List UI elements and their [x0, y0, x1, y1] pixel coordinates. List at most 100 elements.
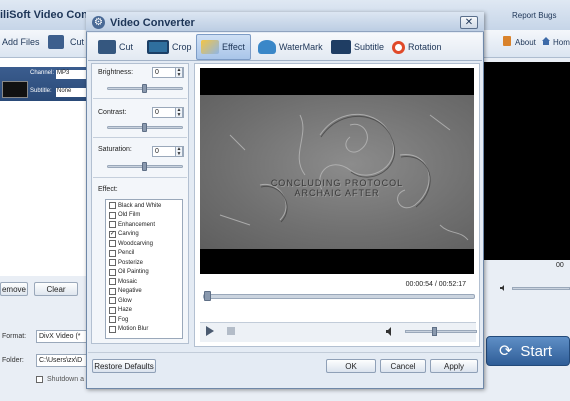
- effect-item[interactable]: Black and White: [109, 201, 182, 211]
- brightness-spinner[interactable]: ▲ ▼: [175, 67, 183, 78]
- divider: [93, 137, 187, 138]
- saturation-slider-thumb[interactable]: [142, 162, 147, 171]
- divider: [93, 98, 187, 99]
- effect-item[interactable]: Oil Painting: [109, 268, 182, 278]
- effect-checkbox[interactable]: [109, 268, 116, 276]
- home-button[interactable]: Home: [553, 38, 570, 47]
- tab-cut[interactable]: Cut: [94, 34, 137, 60]
- effect-checkbox[interactable]: [109, 202, 116, 210]
- volume-slider[interactable]: [405, 330, 477, 333]
- saturation-label: Saturation:: [98, 146, 132, 153]
- toolbar-cut-button[interactable]: Cut: [70, 37, 84, 47]
- cancel-button[interactable]: Cancel: [380, 359, 426, 373]
- effect-item[interactable]: Old Film: [109, 211, 182, 221]
- brightness-slider-thumb[interactable]: [142, 84, 147, 93]
- subtitle-select[interactable]: None: [56, 88, 88, 97]
- effect-item[interactable]: Haze: [109, 306, 182, 316]
- tab-crop[interactable]: Crop: [143, 34, 196, 60]
- cut-icon: [98, 40, 116, 54]
- effect-label: Old Film: [118, 212, 141, 219]
- rotation-icon: [392, 40, 405, 54]
- contrast-spinner[interactable]: ▲ ▼: [175, 107, 183, 118]
- shutdown-checkbox[interactable]: [36, 376, 43, 383]
- stop-icon[interactable]: [227, 327, 235, 335]
- apply-button[interactable]: Apply: [430, 359, 478, 373]
- effect-item[interactable]: Fog: [109, 315, 182, 325]
- crop-icon: [147, 40, 169, 54]
- effect-item[interactable]: Posterize: [109, 258, 182, 268]
- video-frame-image: [200, 95, 474, 249]
- shutdown-label: Shutdown a: [47, 376, 84, 383]
- start-button[interactable]: ⟳ Start: [486, 336, 570, 366]
- divider: [93, 177, 187, 178]
- home-icon: [541, 36, 551, 46]
- output-time: 00: [556, 262, 564, 269]
- play-icon[interactable]: [205, 326, 215, 336]
- output-volume-slider[interactable]: [512, 287, 570, 290]
- ok-button[interactable]: OK: [326, 359, 376, 373]
- about-button[interactable]: About: [515, 38, 536, 47]
- effect-label: Effect:: [98, 186, 118, 193]
- tab-cut-label: Cut: [119, 42, 134, 52]
- contrast-slider-thumb[interactable]: [142, 123, 147, 132]
- effect-checkbox[interactable]: [109, 325, 116, 333]
- effect-checkbox[interactable]: [109, 221, 116, 229]
- tab-rotation[interactable]: Rotation: [388, 34, 446, 60]
- tab-rotation-label: Rotation: [408, 42, 442, 52]
- effect-item[interactable]: Glow: [109, 296, 182, 306]
- file-thumbnail: [2, 81, 28, 98]
- effect-item[interactable]: Enhancement: [109, 220, 182, 230]
- effect-checkbox[interactable]: [109, 249, 116, 257]
- seek-thumb[interactable]: [204, 291, 211, 301]
- effect-item[interactable]: Pencil: [109, 249, 182, 259]
- format-select[interactable]: DivX Video (*: [36, 330, 88, 343]
- dialog-title: Video Converter: [110, 17, 195, 29]
- effect-checkbox[interactable]: [109, 306, 116, 314]
- effect-label: Black and White: [118, 202, 162, 209]
- effect-label: Woodcarving: [118, 240, 153, 247]
- effect-checkbox[interactable]: [109, 259, 116, 267]
- folder-label: Folder:: [2, 357, 24, 364]
- effect-item[interactable]: ✓ Carving: [109, 230, 182, 240]
- effect-label: Enhancement: [118, 221, 156, 228]
- effect-label: Carving: [118, 231, 139, 238]
- effect-checkbox[interactable]: [109, 278, 116, 286]
- effect-checkbox[interactable]: [109, 287, 116, 295]
- effect-item[interactable]: Mosaic: [109, 277, 182, 287]
- effect-label: Negative: [118, 288, 142, 295]
- folder-field[interactable]: C:\Users\zx\D: [36, 354, 88, 367]
- effect-item[interactable]: Woodcarving: [109, 239, 182, 249]
- remove-button[interactable]: emove: [0, 282, 28, 296]
- volume-slider-thumb[interactable]: [432, 327, 437, 336]
- effect-label: Oil Painting: [118, 269, 149, 276]
- contrast-label: Contrast:: [98, 109, 127, 116]
- effect-label: Motion Blur: [118, 326, 149, 333]
- seek-bar[interactable]: [203, 294, 475, 299]
- about-icon: [503, 36, 511, 46]
- effect-label: Haze: [118, 307, 133, 314]
- output-preview: [484, 62, 570, 260]
- brightness-label: Brightness:: [98, 69, 134, 76]
- gear-icon: ⚙: [92, 16, 105, 29]
- add-files-button[interactable]: Add Files: [2, 37, 40, 47]
- effect-checkbox[interactable]: [109, 240, 116, 248]
- effect-checkbox[interactable]: ✓: [109, 230, 116, 238]
- effect-checkbox[interactable]: [109, 316, 116, 324]
- refresh-icon: ⟳: [499, 343, 513, 360]
- tab-effect-label: Effect: [222, 42, 245, 52]
- channel-label: Channel:: [30, 70, 55, 76]
- report-bugs-link[interactable]: Report Bugs: [512, 11, 556, 20]
- saturation-spinner[interactable]: ▲ ▼: [175, 146, 183, 157]
- effect-checkbox[interactable]: [109, 297, 116, 305]
- clear-button[interactable]: Clear: [34, 282, 78, 296]
- effect-checkbox[interactable]: [109, 211, 116, 219]
- close-button[interactable]: ✕: [460, 16, 478, 29]
- channel-select[interactable]: MP3: [56, 70, 88, 79]
- restore-defaults-button[interactable]: Restore Defaults: [92, 359, 156, 373]
- volume-icon: [386, 327, 395, 336]
- tab-subtitle[interactable]: Subtitle: [327, 34, 388, 60]
- effect-item[interactable]: Motion Blur: [109, 325, 182, 335]
- tab-watermark[interactable]: WaterMark: [254, 34, 327, 60]
- tab-effect[interactable]: Effect: [196, 34, 251, 60]
- effect-item[interactable]: Negative: [109, 287, 182, 297]
